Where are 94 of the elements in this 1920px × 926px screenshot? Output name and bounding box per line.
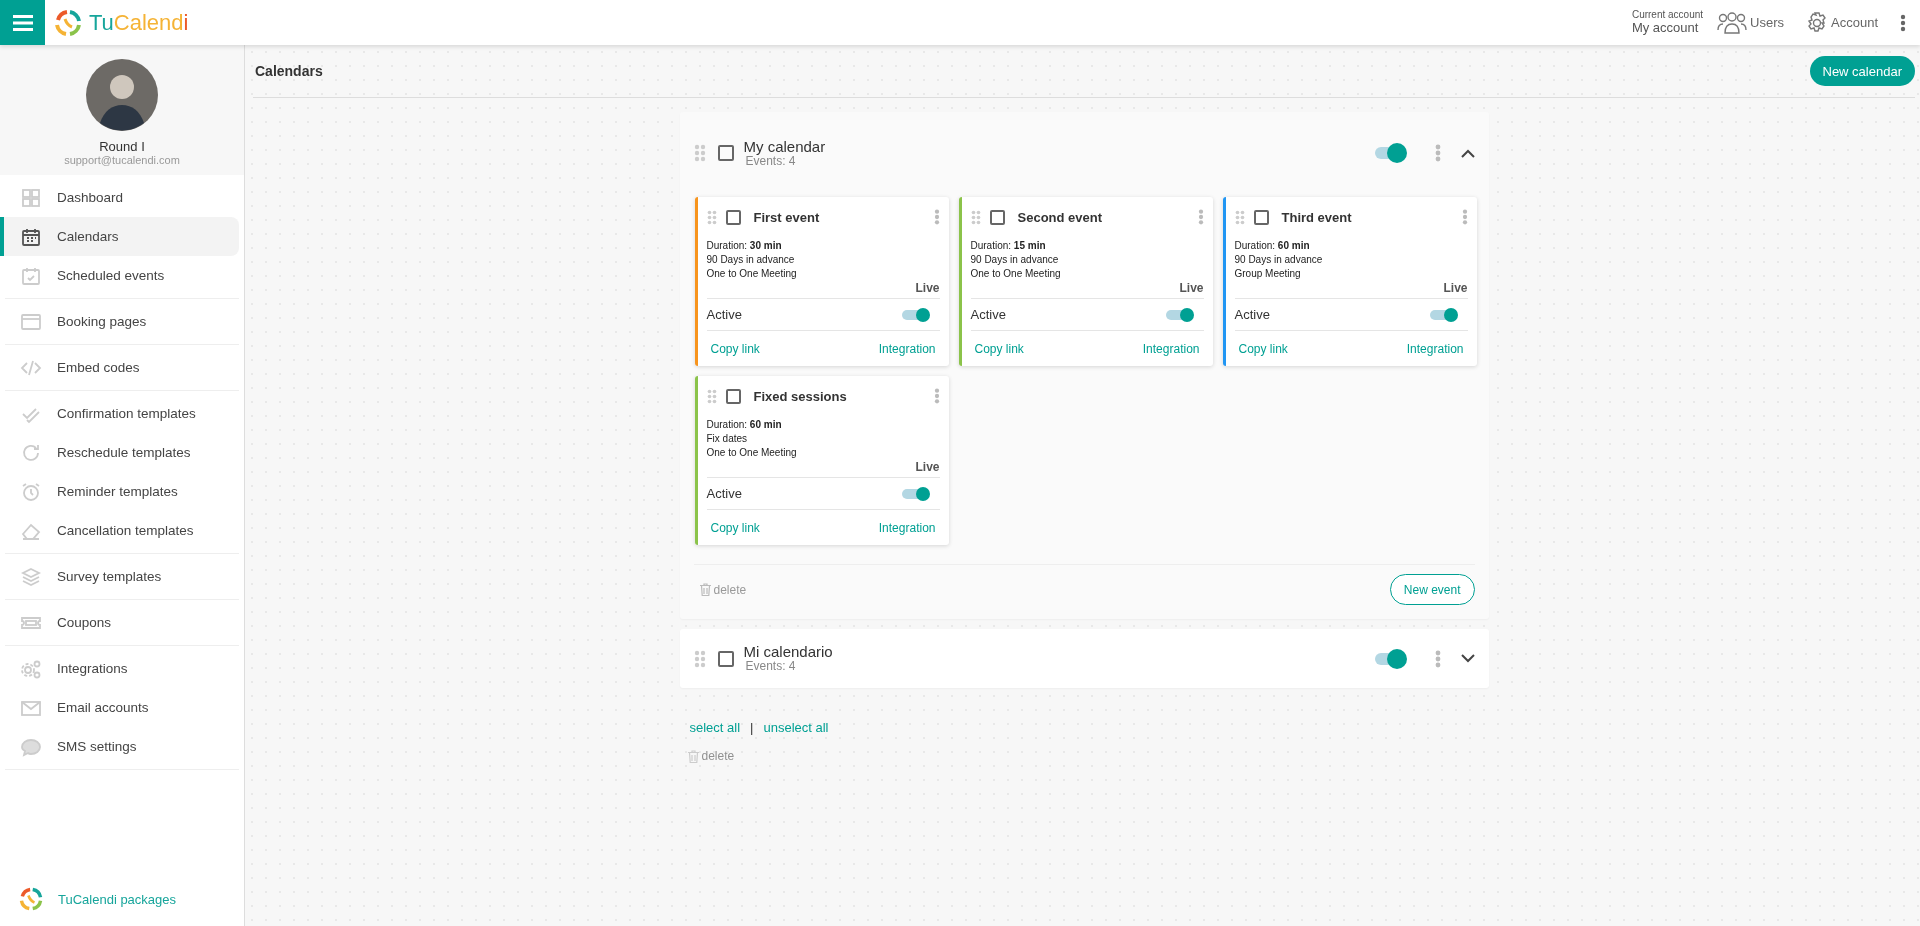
chevron-icon[interactable] xyxy=(1460,654,1475,663)
logo-icon xyxy=(53,7,83,38)
account-link[interactable]: Account xyxy=(1806,11,1878,34)
avatar-silhouette xyxy=(86,59,158,131)
users-icon xyxy=(1717,11,1748,34)
grid-icon xyxy=(20,186,42,209)
integration-link[interactable]: Integration xyxy=(1406,341,1464,356)
current-account-label: Current account xyxy=(1631,10,1704,21)
active-label: Active xyxy=(706,486,742,501)
event-detail: One to One Meeting xyxy=(970,267,1062,281)
event-status: Live xyxy=(1179,281,1204,295)
event-checkbox[interactable] xyxy=(1253,209,1269,225)
events-count: Events: 4 xyxy=(745,154,797,168)
event-status: Live xyxy=(1443,281,1468,295)
more-options-icon[interactable] xyxy=(1900,13,1906,32)
nav-item[interactable]: Scheduled events xyxy=(0,256,239,295)
event-detail: One to One Meeting xyxy=(706,446,798,460)
profile-email: support@tucalendi.com xyxy=(64,154,180,166)
page-title: Calendars xyxy=(255,63,323,79)
event-detail: Duration: 15 min xyxy=(970,239,1047,253)
active-toggle[interactable] xyxy=(901,309,928,320)
event-detail: 90 Days in advance xyxy=(706,253,796,267)
drag-handle-icon[interactable] xyxy=(693,144,706,162)
active-label: Active xyxy=(1234,307,1270,322)
nav-item[interactable]: Booking pages xyxy=(0,302,239,341)
layers-icon xyxy=(20,565,42,588)
settings-icon xyxy=(1806,11,1828,34)
drag-handle-icon[interactable] xyxy=(706,209,717,225)
copy-link[interactable]: Copy link xyxy=(974,341,1024,356)
calendar-name: Mi calendario xyxy=(743,644,833,661)
profile-name: Round I xyxy=(99,139,145,154)
copy-link[interactable]: Copy link xyxy=(1238,341,1288,356)
nav-item[interactable]: Embed codes xyxy=(0,348,239,387)
alarm-clock-icon xyxy=(20,480,42,503)
integration-link[interactable]: Integration xyxy=(878,341,936,356)
nav-item[interactable]: Reschedule templates xyxy=(0,433,239,472)
active-toggle[interactable] xyxy=(1429,309,1456,320)
events-count: Events: 4 xyxy=(745,660,797,673)
menu-button[interactable] xyxy=(0,0,45,45)
nav-item[interactable]: Integrations xyxy=(0,649,239,688)
logo-text: TuCalendi xyxy=(89,9,189,36)
chevron-icon[interactable] xyxy=(1460,148,1475,158)
event-status: Live xyxy=(915,460,940,474)
event-checkbox[interactable] xyxy=(725,209,741,225)
active-label: Active xyxy=(706,307,742,322)
calendar-checkbox[interactable] xyxy=(717,650,734,667)
nav-item[interactable]: Cancellation templates xyxy=(0,511,239,550)
event-title: Fixed sessions xyxy=(753,388,847,404)
select-all-link[interactable]: select all xyxy=(689,720,741,735)
new-calendar-button[interactable]: New calendar xyxy=(1809,56,1915,86)
menu-icon xyxy=(12,14,33,31)
nav-item[interactable]: Coupons xyxy=(0,603,239,642)
nav-item[interactable]: Calendars xyxy=(0,217,239,256)
nav-item[interactable]: Dashboard xyxy=(0,178,239,217)
event-title: First event xyxy=(753,209,820,225)
packages-link[interactable]: TuCalendi packages xyxy=(0,886,244,926)
event-detail: Group Meeting xyxy=(1234,267,1302,281)
drag-handle-icon[interactable] xyxy=(1234,209,1245,225)
event-detail: 90 Days in advance xyxy=(970,253,1060,267)
event-status: Live xyxy=(915,281,940,295)
separator: | xyxy=(750,720,754,735)
trash-icon xyxy=(687,749,699,763)
current-account-name[interactable]: My account xyxy=(1631,20,1704,35)
drag-handle-icon[interactable] xyxy=(970,209,981,225)
event-title: Second event xyxy=(1017,209,1103,225)
active-toggle[interactable] xyxy=(1165,309,1192,320)
copy-link[interactable]: Copy link xyxy=(710,520,760,535)
new-event-button[interactable]: New event xyxy=(1389,574,1475,605)
active-label: Active xyxy=(970,307,1006,322)
integration-link[interactable]: Integration xyxy=(878,520,936,535)
nav-item[interactable]: Survey templates xyxy=(0,557,239,596)
nav-item[interactable]: Confirmation templates xyxy=(0,394,239,433)
nav-item[interactable]: Email accounts xyxy=(0,688,239,727)
drag-handle-icon[interactable] xyxy=(706,388,717,404)
event-detail: Fix dates xyxy=(706,432,749,446)
event-checkbox[interactable] xyxy=(725,388,741,404)
calendar-name: My calendar xyxy=(743,138,826,155)
event-checkbox[interactable] xyxy=(989,209,1005,225)
event-detail: 90 Days in advance xyxy=(1234,253,1324,267)
calendar-checkbox[interactable] xyxy=(717,145,734,161)
copy-link[interactable]: Copy link xyxy=(710,341,760,356)
event-detail: One to One Meeting xyxy=(706,267,798,281)
event-detail: Duration: 60 min xyxy=(706,418,783,432)
drag-handle-icon[interactable] xyxy=(693,649,706,668)
trash-icon xyxy=(699,583,711,596)
users-link[interactable]: Users xyxy=(1717,11,1784,34)
nav-item[interactable]: Reminder templates xyxy=(0,472,239,511)
event-detail: Duration: 30 min xyxy=(706,239,783,253)
integration-link[interactable]: Integration xyxy=(1142,341,1200,356)
logo-icon xyxy=(18,886,44,912)
nav-item[interactable]: SMS settings xyxy=(0,727,239,766)
active-toggle[interactable] xyxy=(901,488,928,499)
event-title: Third event xyxy=(1281,209,1352,225)
event-detail: Duration: 60 min xyxy=(1234,239,1311,253)
